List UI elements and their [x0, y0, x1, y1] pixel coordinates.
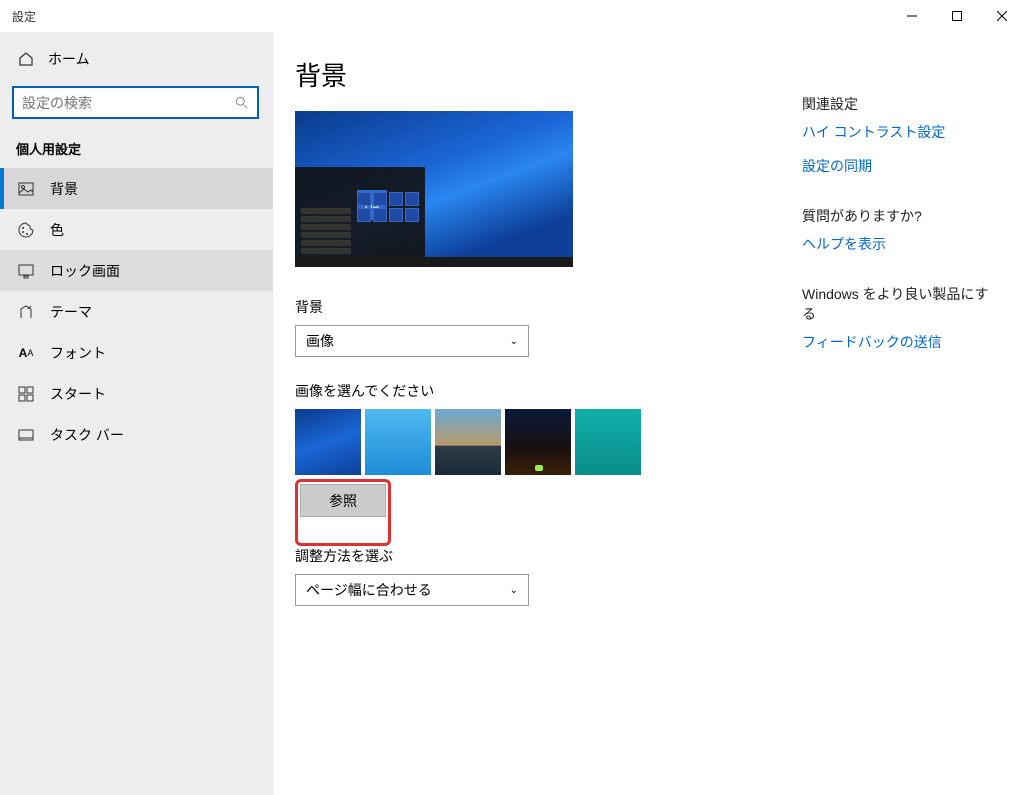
- browse-button[interactable]: 参照: [300, 484, 386, 517]
- minimize-button[interactable]: [889, 0, 934, 32]
- thumbnail-1[interactable]: [295, 409, 361, 475]
- font-icon: AA: [18, 345, 34, 361]
- sidebar-item-label: スタート: [50, 384, 106, 404]
- dropdown-value: ページ幅に合わせる: [306, 580, 432, 600]
- related-heading: 関連設定: [802, 94, 1002, 114]
- choose-image-label: 画像を選んでください: [295, 381, 1002, 401]
- close-button[interactable]: [979, 0, 1024, 32]
- sidebar-item-lockscreen[interactable]: ロック画面: [0, 250, 273, 291]
- thumbnail-2[interactable]: [365, 409, 431, 475]
- improve-heading: Windows をより良い製品にする: [802, 284, 1002, 324]
- window-controls: [889, 0, 1024, 32]
- maximize-button[interactable]: [934, 0, 979, 32]
- taskbar-icon: [18, 427, 34, 443]
- window-title: 設定: [12, 8, 36, 25]
- thumbnail-3[interactable]: [435, 409, 501, 475]
- thumbnail-4[interactable]: [505, 409, 571, 475]
- question-heading: 質問がありますか?: [802, 206, 1002, 226]
- sidebar-item-label: フォント: [50, 343, 106, 363]
- sidebar-item-label: ロック画面: [50, 261, 120, 281]
- chevron-down-icon: ⌄: [510, 585, 518, 596]
- sidebar-item-colors[interactable]: 色: [0, 209, 273, 250]
- sidebar-item-fonts[interactable]: AA フォント: [0, 332, 273, 373]
- home-button[interactable]: ホーム: [0, 38, 273, 80]
- category-label: 個人用設定: [0, 133, 273, 168]
- sidebar-item-label: テーマ: [50, 302, 92, 322]
- browse-highlight: 参照: [295, 479, 391, 546]
- home-label: ホーム: [48, 49, 90, 69]
- link-high-contrast[interactable]: ハイ コントラスト設定: [802, 122, 1002, 142]
- start-icon: [18, 386, 34, 402]
- fit-label: 調整方法を選ぶ: [295, 546, 1002, 566]
- sidebar-item-taskbar[interactable]: タスク バー: [0, 414, 273, 455]
- home-icon: [18, 51, 34, 67]
- chevron-down-icon: ⌄: [510, 336, 518, 347]
- search-field[interactable]: [22, 95, 235, 111]
- desktop-preview: Aa: [295, 111, 573, 267]
- right-column: 関連設定 ハイ コントラスト設定 設定の同期 質問がありますか? ヘルプを表示 …: [802, 94, 1002, 382]
- search-input[interactable]: [12, 86, 259, 119]
- fit-dropdown[interactable]: ページ幅に合わせる ⌄: [295, 574, 529, 606]
- thumbnail-5[interactable]: [575, 409, 641, 475]
- sidebar-item-label: 色: [50, 220, 64, 240]
- theme-icon: [18, 304, 34, 320]
- image-thumbnails: [295, 409, 1002, 475]
- main-content: 背景 Aa 背景 画像 ⌄ 画像を選んでください 参照 調整方法を選ぶ ページ幅…: [273, 32, 1024, 795]
- sidebar-item-background[interactable]: 背景: [0, 168, 273, 209]
- title-bar: 設定: [0, 0, 1024, 32]
- search-icon: [235, 96, 249, 110]
- sidebar-item-themes[interactable]: テーマ: [0, 291, 273, 332]
- sidebar-item-start[interactable]: スタート: [0, 373, 273, 414]
- sidebar-item-label: タスク バー: [50, 425, 124, 445]
- link-feedback[interactable]: フィードバックの送信: [802, 332, 1002, 352]
- image-icon: [18, 181, 34, 197]
- sidebar-item-label: 背景: [50, 179, 78, 199]
- link-help[interactable]: ヘルプを表示: [802, 234, 1002, 254]
- palette-icon: [18, 222, 34, 238]
- background-type-dropdown[interactable]: 画像 ⌄: [295, 325, 529, 357]
- link-sync-settings[interactable]: 設定の同期: [802, 156, 1002, 176]
- dropdown-value: 画像: [306, 331, 334, 351]
- page-title: 背景: [295, 56, 1002, 93]
- lock-icon: [18, 263, 34, 279]
- sidebar: ホーム 個人用設定 背景 色 ロック画面 テーマ AA フォント: [0, 32, 273, 795]
